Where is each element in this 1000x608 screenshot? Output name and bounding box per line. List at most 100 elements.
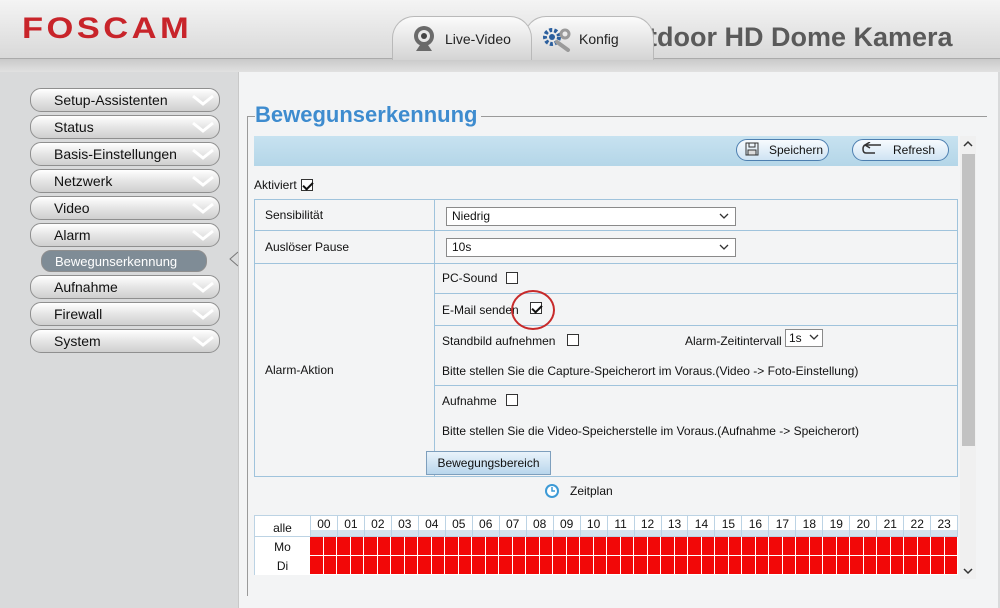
sidebar-item-netzwerk[interactable]: Netzwerk xyxy=(30,169,220,193)
alarm-interval-select[interactable]: 1s xyxy=(785,329,823,347)
schedule-cell[interactable] xyxy=(377,556,391,575)
motion-area-button[interactable]: Bewegungsbereich xyxy=(426,451,551,475)
vertical-scrollbar[interactable] xyxy=(960,136,976,579)
schedule-cell[interactable] xyxy=(944,537,958,556)
schedule-cell[interactable] xyxy=(593,556,607,575)
schedule-cell[interactable] xyxy=(323,556,337,575)
schedule-hour-17[interactable]: 17 xyxy=(768,516,796,536)
schedule-cell[interactable] xyxy=(377,537,391,556)
schedule-cell[interactable] xyxy=(539,556,553,575)
schedule-cell[interactable] xyxy=(364,556,378,575)
schedule-cell[interactable] xyxy=(512,556,526,575)
schedule-cell[interactable] xyxy=(742,556,756,575)
scroll-up-icon[interactable] xyxy=(960,136,976,152)
sidebar-subitem-bewegunserkennung[interactable]: Bewegunserkennung xyxy=(41,250,207,272)
recording-checkbox[interactable] xyxy=(506,394,518,406)
schedule-cell[interactable] xyxy=(647,537,661,556)
scroll-down-icon[interactable] xyxy=(960,563,976,579)
snapshot-checkbox[interactable] xyxy=(567,334,579,346)
schedule-cell[interactable] xyxy=(364,537,378,556)
schedule-hour-21[interactable]: 21 xyxy=(876,516,904,536)
schedule-cell[interactable] xyxy=(917,537,931,556)
schedule-cell[interactable] xyxy=(310,537,324,556)
schedule-cell[interactable] xyxy=(620,556,634,575)
schedule-cell[interactable] xyxy=(485,537,499,556)
schedule-cell[interactable] xyxy=(796,556,810,575)
schedule-cell[interactable] xyxy=(593,537,607,556)
schedule-cell[interactable] xyxy=(553,537,567,556)
schedule-cell[interactable] xyxy=(782,556,796,575)
schedule-cell[interactable] xyxy=(566,537,580,556)
schedule-hour-14[interactable]: 14 xyxy=(687,516,715,536)
schedule-hour-03[interactable]: 03 xyxy=(390,516,418,536)
schedule-cell[interactable] xyxy=(809,556,823,575)
schedule-cell[interactable] xyxy=(823,556,837,575)
sidebar-item-aufnahme[interactable]: Aufnahme xyxy=(30,275,220,299)
schedule-cell[interactable] xyxy=(890,537,904,556)
schedule-cell[interactable] xyxy=(809,537,823,556)
schedule-cell[interactable] xyxy=(620,537,634,556)
schedule-cell[interactable] xyxy=(661,556,675,575)
sidebar-item-firewall[interactable]: Firewall xyxy=(30,302,220,326)
schedule-cell[interactable] xyxy=(337,537,351,556)
schedule-cell[interactable] xyxy=(607,537,621,556)
schedule-hour-08[interactable]: 08 xyxy=(525,516,553,536)
schedule-cell[interactable] xyxy=(431,556,445,575)
scroll-thumb[interactable] xyxy=(962,154,975,446)
schedule-hour-16[interactable]: 16 xyxy=(741,516,769,536)
schedule-cell[interactable] xyxy=(701,537,715,556)
schedule-cell[interactable] xyxy=(404,556,418,575)
schedule-cell[interactable] xyxy=(863,556,877,575)
schedule-cell[interactable] xyxy=(769,556,783,575)
tab-live-video[interactable]: Live-Video xyxy=(392,16,532,60)
schedule-hour-01[interactable]: 01 xyxy=(336,516,364,536)
schedule-cell[interactable] xyxy=(580,556,594,575)
schedule-cell[interactable] xyxy=(931,556,945,575)
schedule-cell[interactable] xyxy=(796,537,810,556)
schedule-cell[interactable] xyxy=(472,556,486,575)
sidebar-item-video[interactable]: Video xyxy=(30,196,220,220)
schedule-cell[interactable] xyxy=(917,556,931,575)
schedule-cell[interactable] xyxy=(418,537,432,556)
schedule-cell[interactable] xyxy=(526,537,540,556)
schedule-hour-23[interactable]: 23 xyxy=(930,516,958,536)
schedule-all-button[interactable]: alle xyxy=(255,516,310,536)
schedule-cell[interactable] xyxy=(688,537,702,556)
schedule-cell[interactable] xyxy=(350,537,364,556)
schedule-cell[interactable] xyxy=(445,537,459,556)
schedule-cell[interactable] xyxy=(337,556,351,575)
schedule-cell[interactable] xyxy=(769,537,783,556)
schedule-cell[interactable] xyxy=(728,556,742,575)
schedule-cell[interactable] xyxy=(863,537,877,556)
schedule-cell[interactable] xyxy=(553,556,567,575)
schedule-hour-11[interactable]: 11 xyxy=(606,516,634,536)
schedule-cell[interactable] xyxy=(701,556,715,575)
schedule-cell[interactable] xyxy=(836,537,850,556)
schedule-cell[interactable] xyxy=(472,537,486,556)
schedule-cell[interactable] xyxy=(661,537,675,556)
save-button[interactable]: Speichern xyxy=(736,139,829,161)
sensitivity-select[interactable]: Niedrig xyxy=(446,207,736,226)
schedule-cell[interactable] xyxy=(850,556,864,575)
schedule-hour-04[interactable]: 04 xyxy=(417,516,445,536)
schedule-cell[interactable] xyxy=(755,556,769,575)
pc-sound-checkbox[interactable] xyxy=(506,272,518,284)
schedule-hour-13[interactable]: 13 xyxy=(660,516,688,536)
schedule-cell[interactable] xyxy=(499,537,513,556)
schedule-cell[interactable] xyxy=(890,556,904,575)
schedule-cell[interactable] xyxy=(823,537,837,556)
schedule-cell[interactable] xyxy=(836,556,850,575)
schedule-cell[interactable] xyxy=(634,556,648,575)
schedule-hour-18[interactable]: 18 xyxy=(795,516,823,536)
schedule-cell[interactable] xyxy=(931,537,945,556)
schedule-day-label[interactable]: Mo xyxy=(255,537,310,556)
schedule-cell[interactable] xyxy=(458,556,472,575)
schedule-cell[interactable] xyxy=(647,556,661,575)
schedule-cell[interactable] xyxy=(944,556,958,575)
schedule-cell[interactable] xyxy=(391,537,405,556)
sidebar-item-system[interactable]: System xyxy=(30,329,220,353)
schedule-cell[interactable] xyxy=(877,537,891,556)
schedule-cell[interactable] xyxy=(634,537,648,556)
schedule-hour-10[interactable]: 10 xyxy=(579,516,607,536)
tab-konfig[interactable]: Konfig xyxy=(524,16,654,60)
